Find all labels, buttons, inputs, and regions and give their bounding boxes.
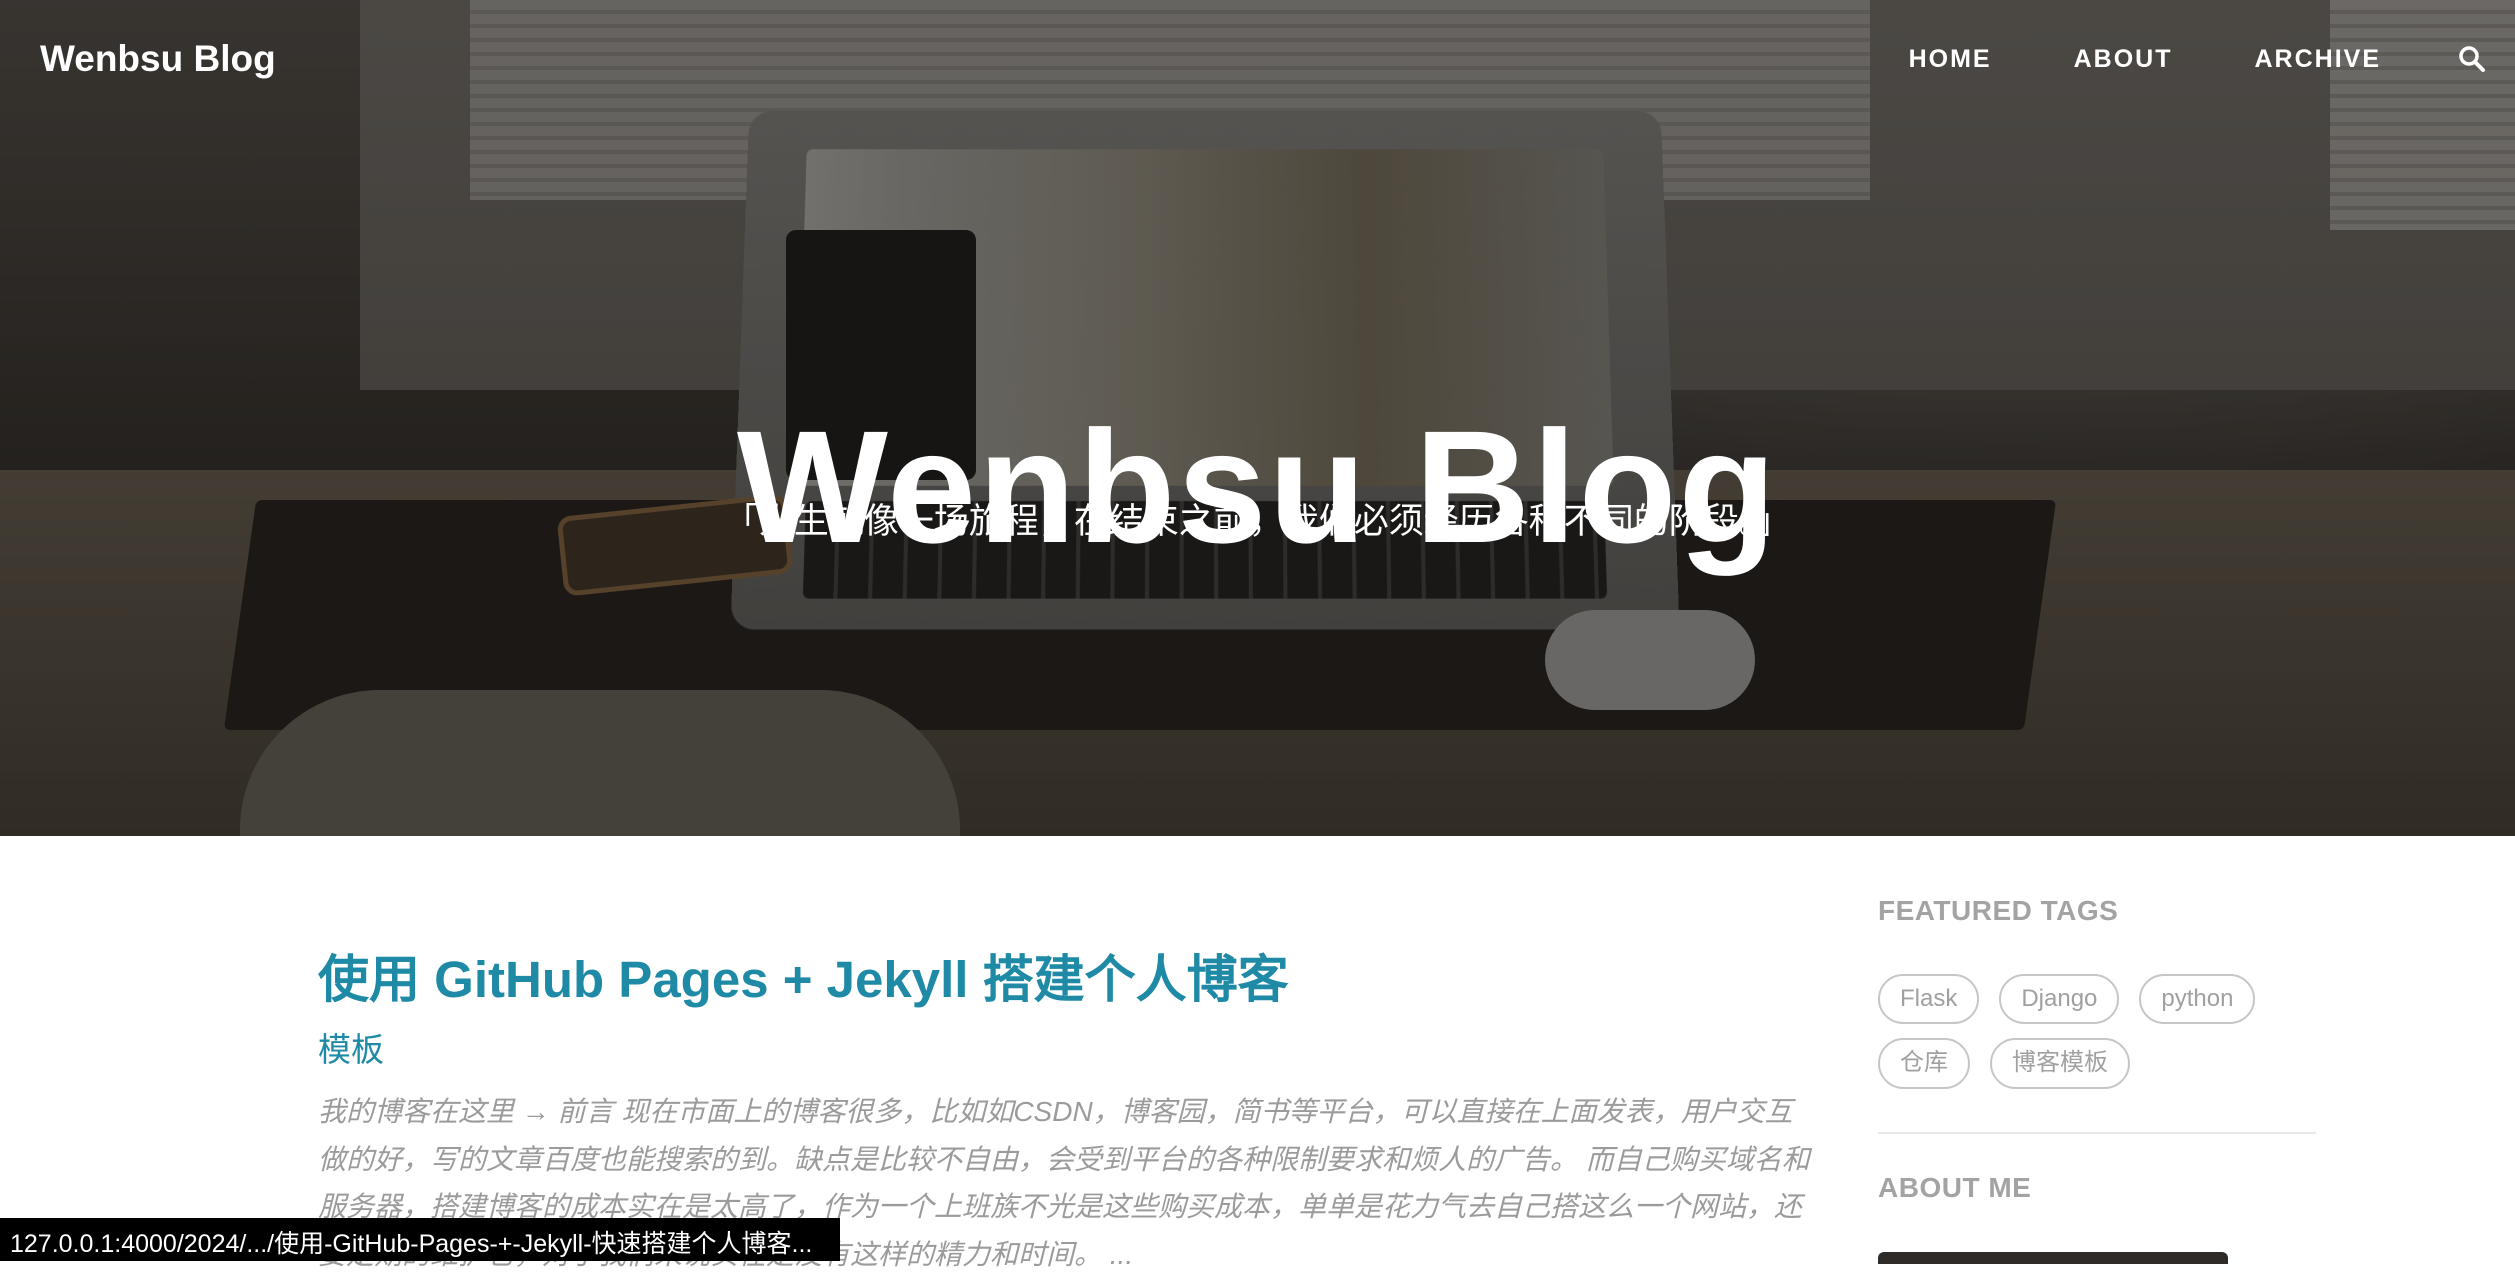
tag-django[interactable]: Django	[1999, 974, 2120, 1025]
featured-tags-list: Flask Django python 仓库 博客模板	[1878, 974, 2318, 1103]
tag-blog-template[interactable]: 博客模板	[1990, 1038, 2130, 1089]
post-title-link[interactable]: 使用 GitHub Pages + Jekyll 搭建个人博客	[318, 938, 1289, 1012]
about-me-avatar	[1878, 1252, 2228, 1264]
hero-header: Wenbsu Blog 「人生就像一场旅程，在结束之前，我们必须经历各种不同的阶…	[0, 0, 2515, 836]
browser-status-bar: 127.0.0.1:4000/2024/.../使用-GitHub-Pages-…	[0, 1218, 841, 1261]
top-navbar: Wenbsu Blog HOME ABOUT ARCHIVE	[0, 0, 2515, 120]
brand-link[interactable]: Wenbsu Blog	[40, 38, 276, 80]
hero-subtitle: 「人生就像一场旅程，在结束之前，我们必须经历各种不同的阶段。」	[723, 502, 1792, 541]
nav-link-archive[interactable]: ARCHIVE	[2254, 45, 2381, 74]
sidebar-divider	[1878, 1132, 2316, 1134]
tag-python[interactable]: python	[2139, 974, 2256, 1025]
post-subtitle[interactable]: 模板	[318, 1023, 384, 1071]
search-icon[interactable]	[2457, 44, 2487, 74]
about-me-heading: ABOUT ME	[1878, 1172, 2032, 1203]
nav-link-about[interactable]: ABOUT	[2074, 45, 2173, 74]
tag-flask[interactable]: Flask	[1878, 974, 1980, 1025]
featured-tags-heading: FEATURED TAGS	[1878, 895, 2119, 926]
tag-repository[interactable]: 仓库	[1878, 1038, 1970, 1089]
nav-links: HOME ABOUT ARCHIVE	[1909, 44, 2515, 74]
nav-link-home[interactable]: HOME	[1909, 45, 1992, 74]
